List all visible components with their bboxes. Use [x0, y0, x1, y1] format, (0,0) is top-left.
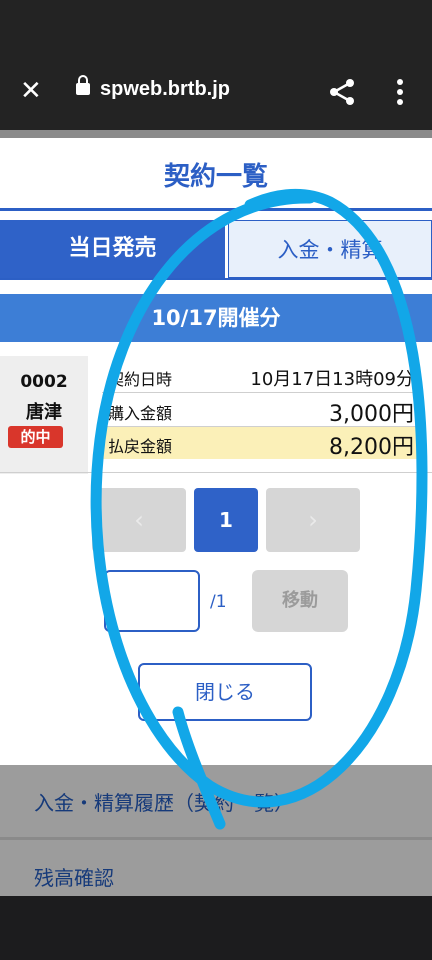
- race-number: 0002: [20, 372, 68, 392]
- modal-title: 契約一覧: [163, 162, 268, 192]
- bottom-bar: [0, 896, 432, 960]
- payout-amount-label: 払戻金額: [108, 437, 173, 456]
- contract-list-modal: 契約一覧 当日発売 入金・精算 10/17開催分 0002 唐津 的中 契約日時…: [0, 138, 432, 765]
- row-divider: [102, 392, 422, 393]
- tab-today-sales[interactable]: 当日発売: [0, 220, 225, 278]
- purchase-amount-row: 購入金額 3,000円: [102, 394, 422, 427]
- venue-name: 唐津: [26, 402, 62, 423]
- current-page-button[interactable]: 1: [194, 488, 258, 552]
- payout-amount-row: 払戻金額 8,200円: [102, 427, 422, 460]
- contract-datetime-value: 10月17日13時09分: [250, 369, 414, 390]
- title-divider: [0, 208, 432, 211]
- date-header: 10/17開催分: [0, 294, 432, 342]
- move-button[interactable]: 移動: [252, 570, 348, 632]
- lock-icon: [76, 75, 90, 95]
- close-button[interactable]: 閉じる: [138, 663, 312, 721]
- contract-datetime-row: 契約日時 10月17日13時09分: [102, 360, 422, 392]
- contract-datetime-label: 契約日時: [108, 370, 173, 389]
- menu-item-deposit-history[interactable]: 入金・精算履歴（契約一覧）: [0, 765, 432, 837]
- payout-amount-value: 8,200円: [329, 435, 414, 460]
- more-vert-icon[interactable]: [390, 74, 410, 110]
- purchase-amount-value: 3,000円: [329, 402, 414, 427]
- prev-page-button[interactable]: ‹: [92, 488, 186, 552]
- tabs-divider: [0, 278, 432, 280]
- race-info: 0002 唐津 的中: [0, 356, 88, 474]
- next-page-button[interactable]: ›: [266, 488, 360, 552]
- url-text[interactable]: spweb.brtb.jp: [100, 78, 230, 101]
- tab-deposit-settlement[interactable]: 入金・精算: [228, 220, 432, 278]
- page-total: /1: [210, 592, 227, 612]
- section-divider: [0, 472, 432, 473]
- page-number-input[interactable]: [104, 570, 200, 632]
- hit-badge: 的中: [8, 426, 63, 448]
- share-icon[interactable]: [326, 76, 358, 108]
- browser-toolbar: ✕ spweb.brtb.jp: [0, 0, 432, 130]
- purchase-amount-label: 購入金額: [108, 404, 173, 423]
- close-icon[interactable]: ✕: [20, 78, 42, 104]
